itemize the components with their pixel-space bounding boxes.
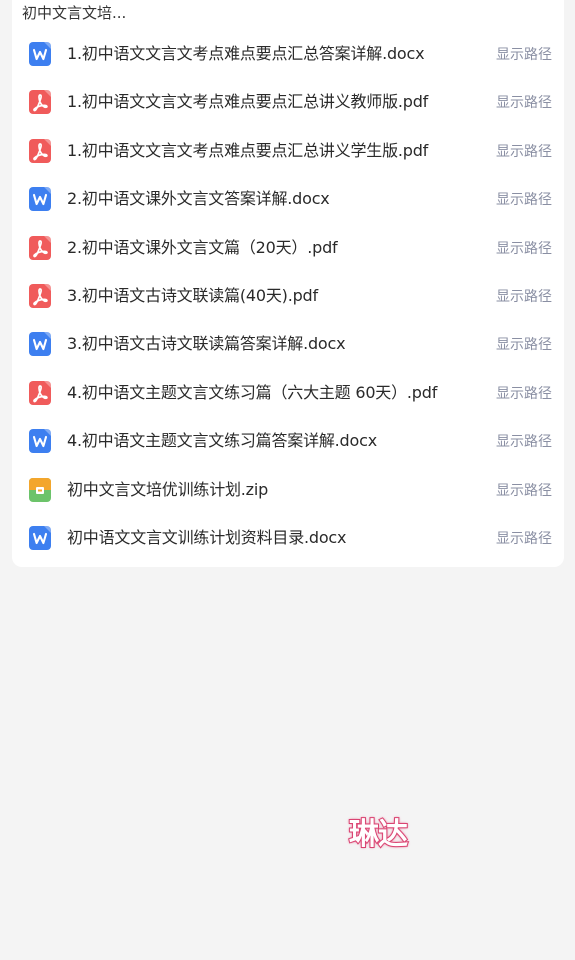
- show-path-link[interactable]: 显示路径: [496, 384, 552, 404]
- file-name: 1.初中语文文言文考点难点要点汇总讲义教师版.pdf: [67, 92, 429, 112]
- file-name: 4.初中语文主题文言文练习篇答案详解.docx: [67, 431, 377, 451]
- show-path-link[interactable]: 显示路径: [496, 432, 552, 452]
- file-name: 2.初中语文课外文言文篇（20天）.pdf: [67, 237, 338, 257]
- file-name: 3.初中语文古诗文联读篇(40天).pdf: [67, 285, 318, 305]
- file-row[interactable]: 3.初中语文古诗文联读篇(40天).pdf 显示路径: [12, 272, 564, 320]
- file-row[interactable]: 初中语文文言文训练计划资料目录.docx 显示路径: [12, 514, 564, 562]
- show-path-link[interactable]: 显示路径: [496, 335, 552, 355]
- file-row[interactable]: 3.初中语文古诗文联读篇答案详解.docx 显示路径: [12, 320, 564, 368]
- pdf-file-icon: [29, 138, 51, 163]
- file-list: 1.初中语文文言文考点难点要点汇总答案详解.docx 显示路径 1.初中语文文言文考…: [12, 30, 564, 562]
- file-row[interactable]: 4.初中语文主题文言文练习篇（六大主题 60天）.pdf 显示路径: [12, 369, 564, 417]
- file-name: 初中文言文培优训练计划.zip: [67, 479, 269, 499]
- file-row[interactable]: 初中文言文培优训练计划.zip 显示路径: [12, 466, 564, 514]
- file-name: 1.初中语文文言文考点难点要点汇总答案详解.docx: [67, 44, 425, 63]
- watermark-text: 琳达: [348, 816, 409, 853]
- file-name: 2.初中语文课外文言文答案详解.docx: [67, 189, 330, 209]
- docx-file-icon: [29, 525, 51, 550]
- show-path-link[interactable]: 显示路径: [496, 93, 552, 113]
- file-name: 1.初中语文文言文考点难点要点汇总讲义学生版.pdf: [67, 140, 429, 160]
- file-name: 初中语文文言文训练计划资料目录.docx: [67, 527, 347, 547]
- file-row[interactable]: 4.初中语文主题文言文练习篇答案详解.docx 显示路径: [12, 417, 564, 465]
- show-path-link[interactable]: 显示路径: [496, 190, 552, 210]
- file-name: 4.初中语文主题文言文练习篇（六大主题 60天）.pdf: [67, 382, 438, 402]
- file-row[interactable]: 1.初中语文文言文考点难点要点汇总讲义学生版.pdf 显示路径: [12, 127, 564, 175]
- pdf-file-icon: [29, 283, 51, 308]
- show-path-link[interactable]: 显示路径: [496, 287, 552, 307]
- file-row[interactable]: 1.初中语文文言文考点难点要点汇总答案详解.docx 显示路径: [12, 30, 564, 78]
- show-path-link[interactable]: 显示路径: [496, 142, 552, 162]
- pdf-file-icon: [29, 90, 51, 115]
- docx-file-icon: [29, 429, 51, 454]
- show-path-link[interactable]: 显示路径: [496, 481, 552, 501]
- file-row[interactable]: 1.初中语文文言文考点难点要点汇总讲义教师版.pdf 显示路径: [12, 78, 564, 126]
- pdf-file-icon: [29, 235, 51, 260]
- file-row[interactable]: 2.初中语文课外文言文篇（20天）.pdf 显示路径: [12, 224, 564, 272]
- docx-file-icon: [29, 187, 51, 212]
- docx-file-icon: [29, 332, 51, 357]
- zip-file-icon: [29, 477, 51, 502]
- folder-title: 初中文言文培...: [22, 4, 127, 22]
- show-path-link[interactable]: 显示路径: [496, 239, 552, 259]
- file-list-card: 初中文言文培... 1.初中语文文言文考点难点要点汇总答案详解.docx 显示路径…: [12, 0, 564, 567]
- show-path-link[interactable]: 显示路径: [496, 529, 552, 549]
- file-row[interactable]: 2.初中语文课外文言文答案详解.docx 显示路径: [12, 175, 564, 223]
- file-name: 3.初中语文古诗文联读篇答案详解.docx: [67, 334, 346, 354]
- pdf-file-icon: [29, 380, 51, 405]
- show-path-link[interactable]: 显示路径: [496, 45, 552, 65]
- docx-file-icon: [29, 42, 51, 66]
